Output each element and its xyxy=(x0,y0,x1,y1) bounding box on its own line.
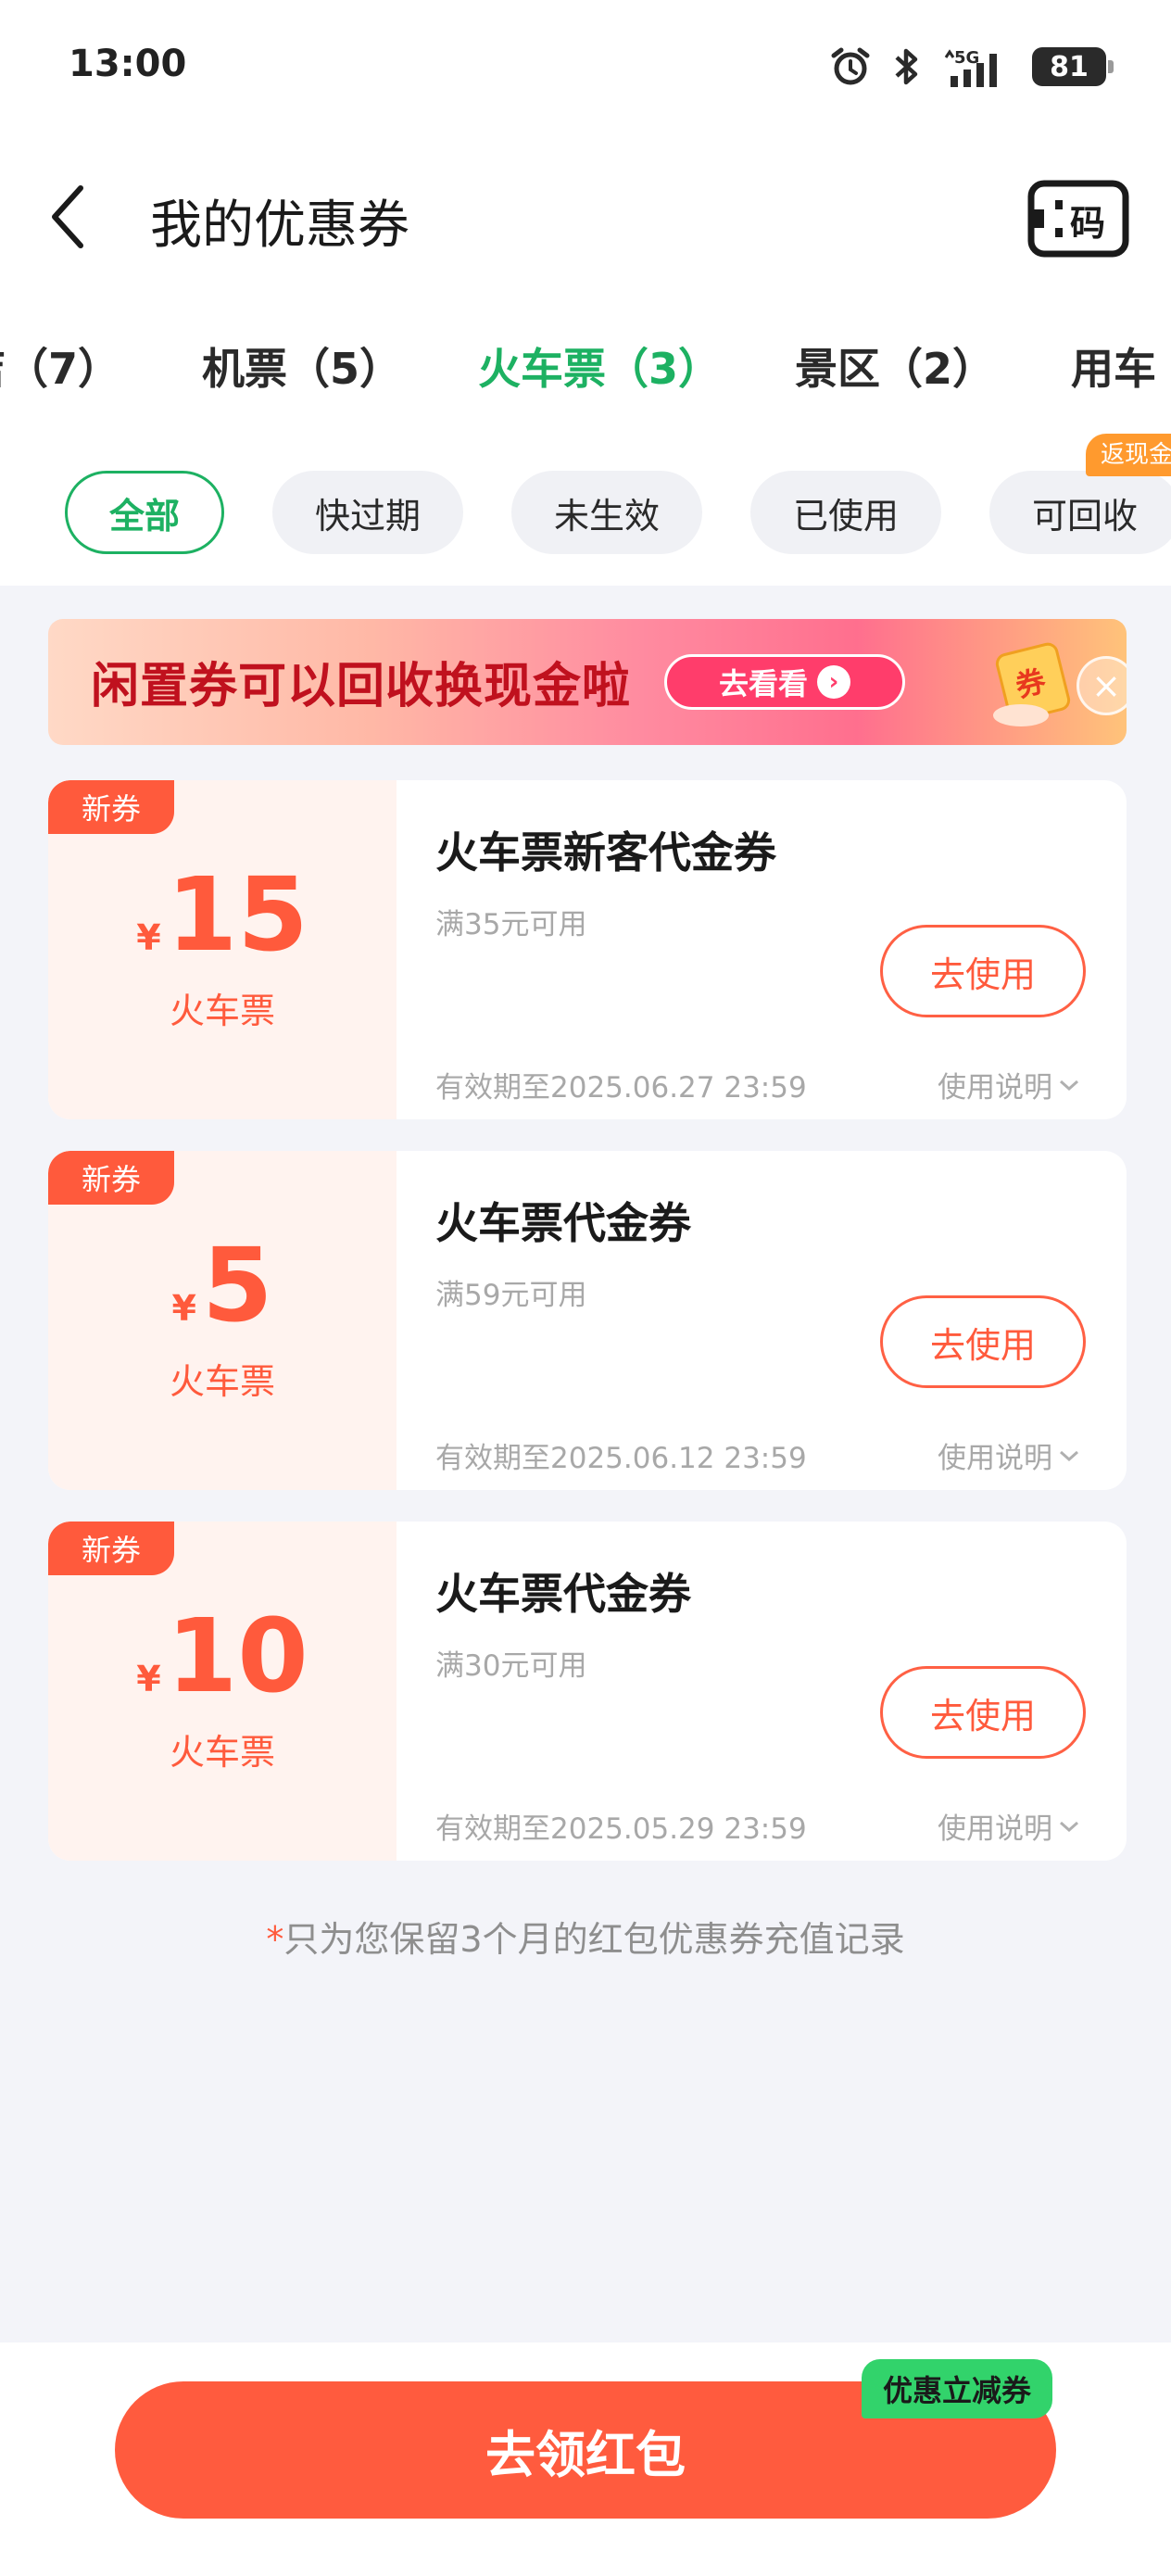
banner-go-button[interactable]: 去看看 › xyxy=(664,654,905,710)
new-coupon-tag: 新券 xyxy=(48,1522,174,1575)
filter-recyclable[interactable]: 可回收 xyxy=(989,471,1171,554)
banner-go-label: 去看看 xyxy=(718,666,808,701)
instructions-label: 使用说明 xyxy=(938,1071,1052,1105)
new-coupon-tag: 新券 xyxy=(48,1151,174,1205)
network-label: 5G xyxy=(954,48,979,68)
chevron-left-icon xyxy=(52,185,83,248)
coupon-value-panel: 新券 ¥ 5 火车票 xyxy=(48,1151,397,1490)
filter-all[interactable]: 全部 xyxy=(65,471,224,554)
tab-hotel[interactable]: 店（7） xyxy=(0,335,120,397)
alarm-icon xyxy=(828,44,873,89)
instructions-label: 使用说明 xyxy=(938,1442,1052,1475)
instructions-toggle[interactable]: 使用说明 xyxy=(938,1805,1080,1847)
amount-value: 10 xyxy=(166,1597,308,1715)
signal-5g-icon: 5G xyxy=(941,44,1012,89)
instructions-toggle[interactable]: 使用说明 xyxy=(938,1434,1080,1476)
cashback-badge: 返现金 xyxy=(1086,434,1171,476)
battery-icon: 81 xyxy=(1032,47,1114,86)
chevron-down-icon xyxy=(1060,1080,1078,1091)
new-coupon-tag: 新券 xyxy=(48,780,174,834)
back-button[interactable] xyxy=(35,178,100,256)
coupon-title: 火车票代金券 xyxy=(435,1569,691,1619)
bluetooth-icon xyxy=(893,45,921,88)
category-tabs: 店（7） 机票（5） 火车票（3） 景区（2） 用车 xyxy=(0,324,1171,408)
currency-symbol: ¥ xyxy=(136,917,161,958)
filter-used[interactable]: 已使用 xyxy=(750,471,941,554)
status-icons: 5G 81 xyxy=(828,41,1114,93)
coupon-type: 火车票 xyxy=(169,1732,275,1773)
filter-chips: 全部 快过期 未生效 已使用 可回收 返现金 xyxy=(0,434,1171,573)
coupon-condition: 满30元可用 xyxy=(435,1649,587,1683)
coupon-amount: ¥ 10 xyxy=(48,1596,397,1716)
coupon-expiry: 有效期至2025.06.12 23:59 xyxy=(435,1442,807,1475)
coupon-expiry: 有效期至2025.05.29 23:59 xyxy=(435,1812,807,1846)
note-text: 只为您保留3个月的红包优惠券充值记录 xyxy=(283,1919,905,1960)
code-icon: 码 xyxy=(1027,180,1129,258)
instructions-label: 使用说明 xyxy=(938,1812,1052,1846)
code-label: 码 xyxy=(1070,203,1105,244)
code-button[interactable]: 码 xyxy=(1026,178,1130,259)
retention-note: *只为您保留3个月的红包优惠券充值记录 xyxy=(0,1911,1171,1962)
coupon-title: 火车票代金券 xyxy=(435,1198,691,1248)
coupon-condition: 满59元可用 xyxy=(435,1279,587,1312)
chevron-down-icon xyxy=(1060,1450,1078,1461)
coupon-card: 新券 ¥ 5 火车票 火车票代金券 满59元可用 去使用 有效期至2025.06… xyxy=(48,1151,1127,1490)
use-button[interactable]: 去使用 xyxy=(880,1295,1086,1388)
instructions-toggle[interactable]: 使用说明 xyxy=(938,1064,1080,1105)
header: 我的优惠券 码 xyxy=(0,158,1171,274)
coupon-type: 火车票 xyxy=(169,1361,275,1402)
coupon-title: 火车票新客代金券 xyxy=(435,827,776,878)
coupon-value-panel: 新券 ¥ 15 火车票 xyxy=(48,780,397,1119)
close-icon: × xyxy=(1091,665,1121,706)
amount-value: 15 xyxy=(166,855,308,974)
status-bar: 13:00 5G 81 xyxy=(0,0,1171,139)
coupon-expiry: 有效期至2025.06.27 23:59 xyxy=(435,1071,807,1105)
currency-symbol: ¥ xyxy=(136,1659,161,1699)
banner-text: 闲置券可以回收换现金啦 xyxy=(91,659,632,714)
tab-train[interactable]: 火车票（3） xyxy=(478,335,721,397)
recycle-banner[interactable]: 闲置券可以回收换现金啦 去看看 › 券 × xyxy=(48,619,1127,745)
use-button[interactable]: 去使用 xyxy=(880,925,1086,1017)
coupon-card: 新券 ¥ 15 火车票 火车票新客代金券 满35元可用 去使用 有效期至2025… xyxy=(48,780,1127,1119)
tab-car[interactable]: 用车 xyxy=(1071,335,1156,397)
status-time: 13:00 xyxy=(69,43,187,85)
use-button[interactable]: 去使用 xyxy=(880,1666,1086,1759)
bottom-bar: 去领红包 优惠立减券 xyxy=(0,2342,1171,2576)
note-star: * xyxy=(266,1919,284,1960)
coupon-amount: ¥ 15 xyxy=(48,854,397,975)
tab-flight[interactable]: 机票（5） xyxy=(202,335,402,397)
tab-scenic[interactable]: 景区（2） xyxy=(795,335,995,397)
coupon-condition: 满35元可用 xyxy=(435,908,587,941)
chevron-right-icon: › xyxy=(817,665,850,699)
coupon-value-panel: 新券 ¥ 10 火车票 xyxy=(48,1522,397,1861)
coupon-amount: ¥ 5 xyxy=(48,1225,397,1345)
ticket-hand-icon: 券 xyxy=(984,636,1086,728)
filter-expiring[interactable]: 快过期 xyxy=(272,471,463,554)
page-title: 我的优惠券 xyxy=(150,196,409,256)
chevron-down-icon xyxy=(1060,1821,1078,1832)
filter-not-effective[interactable]: 未生效 xyxy=(511,471,702,554)
coupon-card: 新券 ¥ 10 火车票 火车票代金券 满30元可用 去使用 有效期至2025.0… xyxy=(48,1522,1127,1861)
currency-symbol: ¥ xyxy=(171,1288,196,1329)
coupon-type: 火车票 xyxy=(169,991,275,1031)
amount-value: 5 xyxy=(201,1226,273,1345)
discount-badge: 优惠立减券 xyxy=(862,2359,1052,2418)
